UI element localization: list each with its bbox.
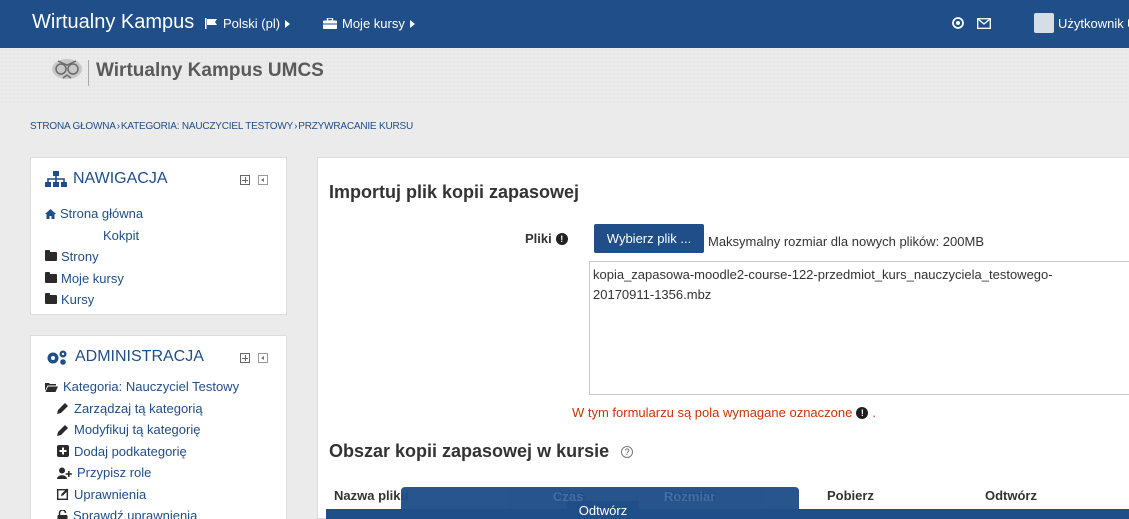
site-brand[interactable]: Wirtualny Kampus xyxy=(32,11,194,34)
page-header: Wirtualny Kampus UMCS xyxy=(0,48,1129,103)
ghost-col-size: Rozmiar xyxy=(664,489,716,504)
unlock-icon xyxy=(57,509,68,519)
home-icon xyxy=(45,208,56,219)
administration-title-text: ADMINISTRACJA xyxy=(75,348,204,365)
my-courses-menu[interactable]: Moje kursy xyxy=(323,16,415,31)
administration-list: Kategoria: Nauczyciel Testowy Zarządzaj … xyxy=(45,376,239,519)
sitemap-icon xyxy=(45,170,67,187)
required-icon: ! xyxy=(856,406,869,419)
umcs-logo-icon[interactable] xyxy=(50,56,84,82)
pencil-icon xyxy=(57,424,68,436)
edit-box-icon xyxy=(57,488,69,501)
navigation-title: NAWIGACJA xyxy=(45,170,168,188)
pencil-icon xyxy=(57,403,68,415)
col-download: Pobierz xyxy=(827,488,874,503)
flag-icon xyxy=(205,18,217,29)
block-expand-icon[interactable] xyxy=(240,175,250,185)
folder-icon xyxy=(45,293,57,305)
logo-divider xyxy=(88,60,89,86)
my-courses-label: Moje kursy xyxy=(342,16,405,31)
folder-open-icon xyxy=(45,382,58,392)
col-filename: Nazwa pliku xyxy=(334,488,409,503)
administration-block: ADMINISTRACJA Kategoria: Nauczyciel Test… xyxy=(30,335,287,519)
gears-icon xyxy=(47,350,67,365)
folder-icon xyxy=(45,271,57,283)
file-dropzone[interactable]: kopia_zapasowa-moodle2-course-122-przedm… xyxy=(589,261,1129,395)
files-label: Pliki ! xyxy=(525,231,568,246)
adm-item-add-subcategory[interactable]: Dodaj podkategorię xyxy=(45,441,239,463)
required-icon: ! xyxy=(555,232,568,245)
messages-icon[interactable] xyxy=(977,18,991,29)
col-restore: Odtwórz xyxy=(985,488,1037,503)
top-navbar: Wirtualny Kampus Polski (pl) Moje kursy … xyxy=(0,0,1129,48)
language-menu[interactable]: Polski (pl) xyxy=(205,16,291,31)
navigation-block: NAWIGACJA Strona główna Kokpit Strony Mo… xyxy=(30,157,287,315)
plus-square-icon xyxy=(57,445,69,458)
required-fields-note: W tym formularzu są pola wymagane oznacz… xyxy=(572,405,876,420)
user-name: Użytkownik xyxy=(1058,15,1124,31)
help-icon[interactable]: ? xyxy=(621,445,634,458)
notifications-icon[interactable] xyxy=(952,17,964,29)
block-dock-icon[interactable] xyxy=(258,353,268,363)
navigation-title-text: NAWIGACJA xyxy=(73,170,168,187)
caret-right-icon xyxy=(285,19,291,28)
breadcrumb-category[interactable]: KATEGORIA: NAUCZYCIEL TESTOWY xyxy=(121,121,293,132)
max-size-note: Maksymalny rozmiar dla nowych plików: 20… xyxy=(708,234,984,249)
adm-item-permissions[interactable]: Uprawnienia xyxy=(45,484,239,506)
avatar xyxy=(1034,13,1054,33)
breadcrumb: STRONA GŁOWNA›KATEGORIA: NAUCZYCIEL TEST… xyxy=(30,121,413,132)
backup-area-heading: Obszar kopii zapasowej w kursie ? xyxy=(329,441,634,462)
adm-item-category[interactable]: Kategoria: Nauczyciel Testowy xyxy=(45,376,239,398)
selected-file[interactable]: kopia_zapasowa-moodle2-course-122-przedm… xyxy=(593,265,1113,305)
nav-item-courses[interactable]: Kursy xyxy=(45,289,143,311)
adm-item-manage-category[interactable]: Zarządzaj tą kategorią xyxy=(45,398,239,420)
block-expand-icon[interactable] xyxy=(240,353,250,363)
adm-item-assign-roles[interactable]: Przypisz role xyxy=(45,462,239,484)
nav-item-home[interactable]: Strona główna xyxy=(45,203,143,225)
folder-icon xyxy=(45,250,57,262)
restore-button[interactable]: Odtwórz xyxy=(567,501,639,519)
nav-item-my-courses[interactable]: Moje kursy xyxy=(45,268,143,290)
main-panel: Importuj plik kopii zapasowej Pliki ! Wy… xyxy=(317,157,1129,519)
adm-item-edit-category[interactable]: Modyfikuj tą kategorię xyxy=(45,419,239,441)
nav-item-dashboard[interactable]: Kokpit xyxy=(45,225,143,247)
import-heading: Importuj plik kopii zapasowej xyxy=(329,182,580,202)
navigation-list: Strona główna Kokpit Strony Moje kursy K… xyxy=(45,203,143,311)
breadcrumb-home[interactable]: STRONA GŁOWNA xyxy=(30,121,116,132)
administration-title: ADMINISTRACJA xyxy=(45,348,204,366)
nav-item-pages[interactable]: Strony xyxy=(45,246,143,268)
breadcrumb-current: PRZYWRACANIE KURSU xyxy=(298,121,413,132)
adm-item-check-permissions[interactable]: Sprawdź uprawnienia xyxy=(45,505,239,519)
language-label: Polski (pl) xyxy=(223,16,281,31)
briefcase-icon xyxy=(323,18,337,29)
logo-text[interactable]: Wirtualny Kampus UMCS xyxy=(96,60,324,82)
user-menu[interactable]: Użytkownik xyxy=(1034,13,1129,33)
caret-right-icon xyxy=(409,19,415,28)
choose-file-button[interactable]: Wybierz plik ... xyxy=(594,224,704,253)
block-dock-icon[interactable] xyxy=(258,175,268,185)
user-plus-icon xyxy=(57,467,72,479)
